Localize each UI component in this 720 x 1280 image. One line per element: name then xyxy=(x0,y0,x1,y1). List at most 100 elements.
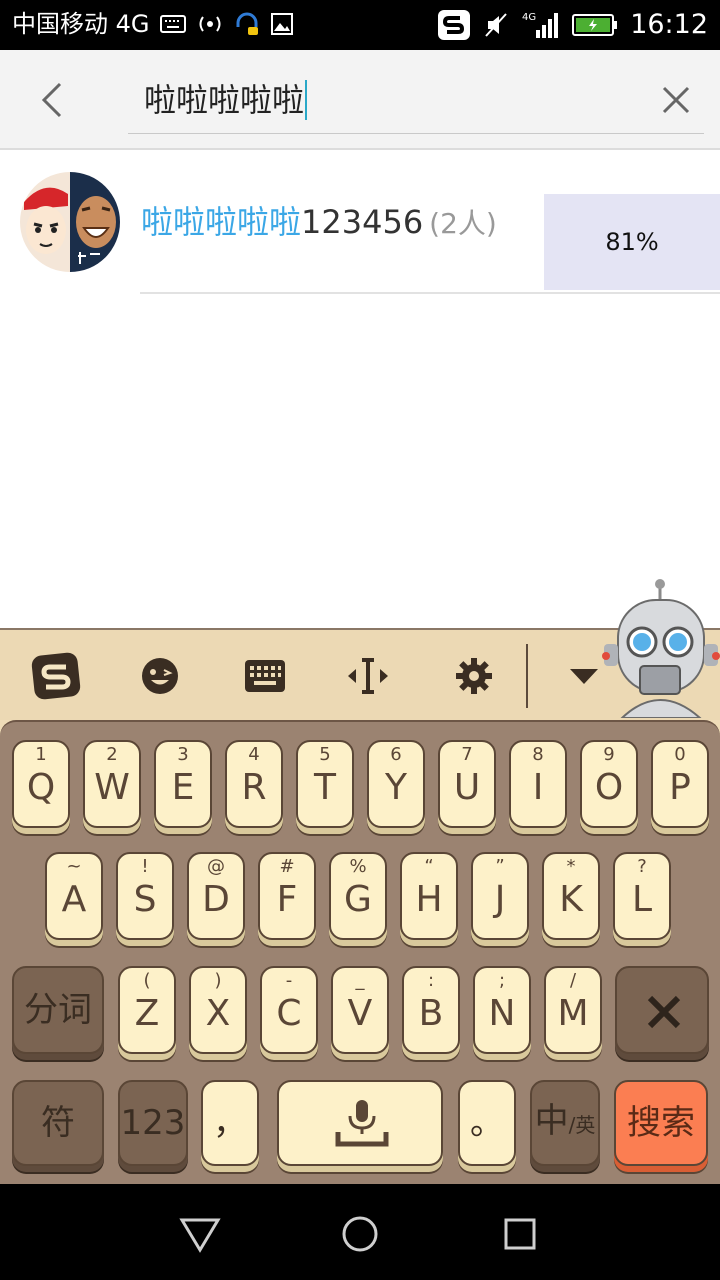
segment-key[interactable]: 分词 xyxy=(12,966,104,1054)
key-letter: Y xyxy=(385,767,407,808)
key-l[interactable]: ? L xyxy=(613,852,671,940)
key-secondary: 9 xyxy=(603,744,615,765)
cursor-move-button[interactable] xyxy=(342,650,394,702)
match-percent-label: 81% xyxy=(605,228,659,256)
image-icon xyxy=(270,12,294,36)
key-letter: Q xyxy=(26,767,56,808)
nav-recents-button[interactable] xyxy=(498,1212,542,1256)
mute-icon xyxy=(484,12,508,38)
toolbar-separator xyxy=(526,644,528,708)
period-label: 。 xyxy=(470,1103,504,1143)
key-q[interactable]: 1Q xyxy=(12,740,70,828)
key-secondary: 8 xyxy=(532,744,544,765)
search-input[interactable]: 啦啦啦啦啦 xyxy=(128,68,704,134)
key-g[interactable]: % G xyxy=(329,852,387,940)
row-divider xyxy=(140,292,720,294)
key-secondary: ) xyxy=(214,970,222,991)
key-m[interactable]: / M xyxy=(544,966,602,1054)
comma-key[interactable]: ， xyxy=(201,1080,259,1166)
key-y[interactable]: 6Y xyxy=(367,740,425,828)
symbol-key[interactable]: 符 xyxy=(12,1080,104,1166)
battery-icon xyxy=(572,13,618,37)
key-secondary: 7 xyxy=(461,744,473,765)
key-e[interactable]: 3E xyxy=(154,740,212,828)
emoji-icon xyxy=(142,658,178,694)
sogou-logo-button[interactable] xyxy=(30,650,82,702)
key-f[interactable]: # F xyxy=(258,852,316,940)
key-u[interactable]: 7U xyxy=(438,740,496,828)
key-c[interactable]: -C xyxy=(260,966,318,1054)
key-letter: Z xyxy=(134,993,160,1034)
key-letter: V xyxy=(347,993,373,1034)
key-secondary: 4 xyxy=(248,744,260,765)
key-secondary: @ xyxy=(207,856,225,877)
language-sub: /英 xyxy=(568,1113,596,1137)
key-j[interactable]: ” J xyxy=(471,852,529,940)
group-avatar xyxy=(20,172,120,272)
recents-square-icon xyxy=(504,1218,536,1250)
key-secondary: ? xyxy=(637,856,647,877)
home-circle-icon xyxy=(342,1216,378,1252)
emoji-button[interactable] xyxy=(134,650,186,702)
key-w[interactable]: 2W xyxy=(83,740,141,828)
voice-space-key[interactable] xyxy=(277,1080,443,1166)
delete-icon xyxy=(647,995,681,1029)
search-key[interactable]: 搜索 xyxy=(614,1080,708,1166)
key-secondary: * xyxy=(566,856,576,877)
microphone-icon xyxy=(335,1100,389,1147)
svg-text:4G: 4G xyxy=(522,12,536,23)
cursor-icon xyxy=(348,658,388,694)
signal-icon: 4G xyxy=(520,10,560,40)
key-secondary: # xyxy=(279,856,295,877)
key-a[interactable]: ~ A xyxy=(45,852,103,940)
key-secondary: ( xyxy=(143,970,151,991)
clock: 16:12 xyxy=(630,9,708,40)
keyboard-switch-button[interactable] xyxy=(239,650,291,702)
settings-button[interactable] xyxy=(448,650,500,702)
key-letter: J xyxy=(494,879,506,920)
key-letter: K xyxy=(559,879,583,920)
language-switch-key[interactable]: 中/英 xyxy=(530,1080,600,1166)
back-button[interactable] xyxy=(30,78,74,122)
keyboard-icon xyxy=(245,660,285,692)
key-d[interactable]: @ D xyxy=(187,852,245,940)
nav-home-button[interactable] xyxy=(338,1212,382,1256)
key-secondary: ! xyxy=(141,856,149,877)
key-secondary: 5 xyxy=(319,744,331,765)
key-x[interactable]: ) X xyxy=(189,966,247,1054)
key-k[interactable]: * K xyxy=(542,852,600,940)
key-secondary: - xyxy=(285,970,293,991)
key-h[interactable]: “H xyxy=(400,852,458,940)
search-header: 啦啦啦啦啦 xyxy=(0,50,720,150)
key-s[interactable]: ! S xyxy=(116,852,174,940)
key-letter: S xyxy=(133,879,157,920)
key-i[interactable]: 8I xyxy=(509,740,567,828)
close-icon xyxy=(662,86,690,114)
period-key[interactable]: 。 xyxy=(458,1080,516,1166)
key-letter: U xyxy=(453,767,481,808)
key-secondary: 2 xyxy=(106,744,118,765)
number-key[interactable]: 123 xyxy=(118,1080,188,1166)
key-secondary: “ xyxy=(424,856,434,877)
search-result-row[interactable]: 啦啦啦啦啦123456 (2人) 81% xyxy=(0,152,720,294)
key-n[interactable]: ; N xyxy=(473,966,531,1054)
key-t[interactable]: 5T xyxy=(296,740,354,828)
key-r[interactable]: 4R xyxy=(225,740,283,828)
key-b[interactable]: :B xyxy=(402,966,460,1054)
key-o[interactable]: 9O xyxy=(580,740,638,828)
key-letter: R xyxy=(241,767,267,808)
key-secondary: 0 xyxy=(674,744,686,765)
number-label: 123 xyxy=(120,1103,186,1143)
key-v[interactable]: _ V xyxy=(331,966,389,1054)
member-count: (2人) xyxy=(429,207,497,240)
delete-key[interactable] xyxy=(615,966,709,1054)
keyboard-keys: 1Q 2W 3E 4R 5T 6Y 7U 8I 9O 0P ~ A ! S @ D #… xyxy=(0,720,720,1184)
key-secondary: 1 xyxy=(35,744,47,765)
nav-back-button[interactable] xyxy=(178,1212,222,1256)
system-nav-bar xyxy=(0,1184,720,1280)
wifi-hotspot-icon xyxy=(196,13,224,35)
clear-search-button[interactable] xyxy=(656,80,696,120)
key-letter: O xyxy=(594,767,624,808)
key-p[interactable]: 0P xyxy=(651,740,709,828)
key-z[interactable]: (Z xyxy=(118,966,176,1054)
